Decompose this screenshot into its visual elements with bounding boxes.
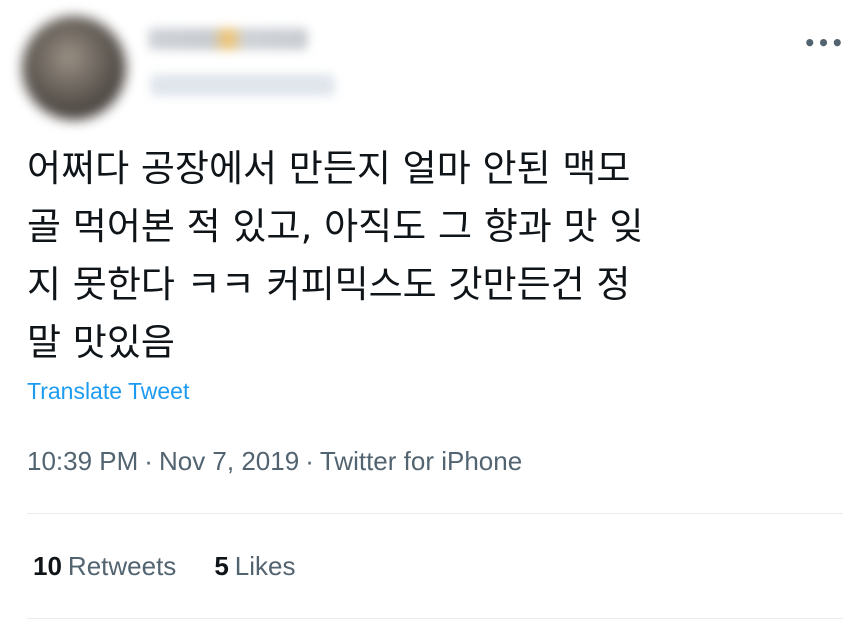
tweet-source[interactable]: Twitter for iPhone (320, 446, 522, 476)
translate-tweet-link[interactable]: Translate Tweet (27, 378, 189, 405)
tweet-date[interactable]: Nov 7, 2019 (159, 446, 299, 476)
likes-label: Likes (234, 551, 296, 581)
separator: · (144, 446, 153, 476)
retweets-count: 10 (33, 551, 62, 581)
tweet-text: 어쩌다 공장에서 만든지 얼마 안된 맥모 골 먹어본 적 있고, 아직도 그 … (27, 147, 644, 364)
divider (27, 618, 843, 619)
username-blurred[interactable] (150, 74, 335, 96)
display-name-blurred[interactable] (148, 28, 308, 50)
avatar[interactable] (22, 16, 126, 120)
retweets-stat[interactable]: 10 Retweets (33, 551, 176, 582)
divider (27, 513, 843, 514)
tweet-time[interactable]: 10:39 PM (27, 446, 138, 476)
more-options-button[interactable]: ••• (803, 28, 845, 58)
likes-stat[interactable]: 5 Likes (214, 551, 295, 582)
tweet-stats: 10 Retweets 5 Likes (33, 551, 295, 582)
separator: · (305, 446, 314, 476)
tweet-metadata: 10:39 PM · Nov 7, 2019 · Twitter for iPhone (27, 446, 522, 477)
tweet-header: ••• (0, 0, 861, 130)
likes-count: 5 (214, 551, 229, 581)
retweets-label: Retweets (67, 551, 177, 581)
more-horizontal-icon: ••• (803, 31, 845, 55)
